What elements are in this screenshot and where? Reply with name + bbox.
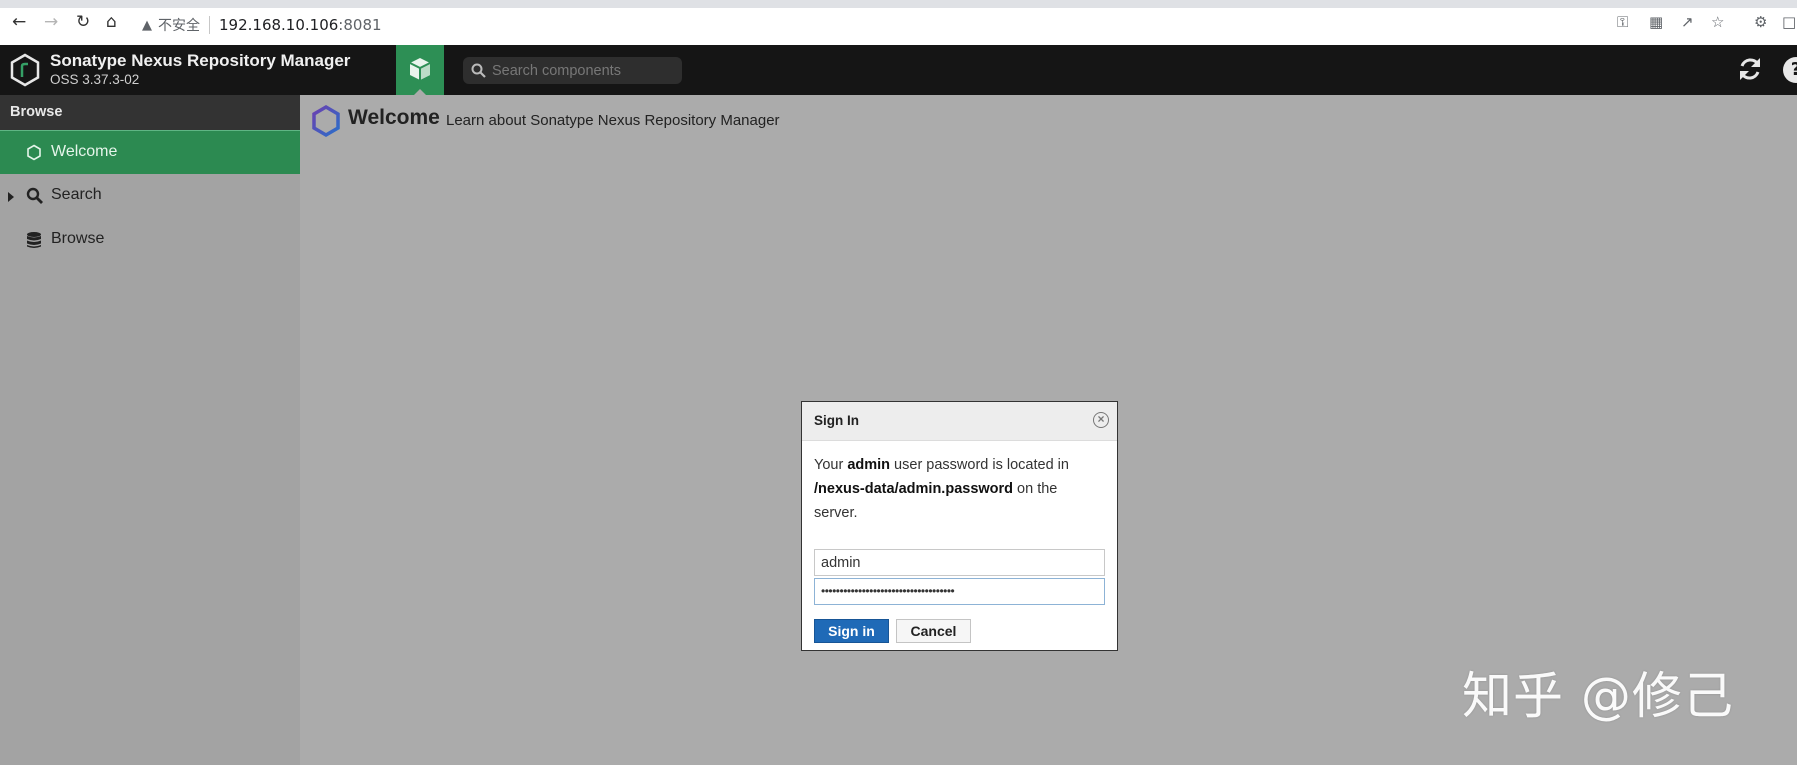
browse-mode-button[interactable] [396,45,444,95]
key-icon[interactable]: ⚿ [1617,15,1628,30]
message-text: user password is located in [890,457,1069,473]
security-label[interactable]: 不安全 [158,15,200,35]
username-field[interactable] [814,549,1105,576]
welcome-hexagon-icon [312,104,340,138]
close-icon[interactable]: × [1093,412,1109,428]
reload-icon[interactable]: ↻ [76,14,90,31]
address-bar[interactable]: ▲ 不安全 192.168.10.106:8081 [142,12,1732,38]
sign-in-button[interactable]: Sign in [814,619,889,643]
cancel-button[interactable]: Cancel [896,619,971,643]
message-password-path: /nexus-data/admin.password [814,481,1014,497]
sidebar-item-label: Browse [51,230,105,247]
sidebar-item-browse[interactable]: Browse [0,218,300,262]
watermark: 知乎 @修己 [1462,667,1734,725]
sidebar-item-label: Welcome [51,143,118,160]
cube-icon [409,58,431,80]
dialog-header: Sign In × [802,402,1117,441]
hexagon-icon [27,144,41,161]
warning-icon[interactable]: ▲ [142,18,152,33]
expand-caret-icon[interactable] [8,192,14,202]
sidebar-header: Browse [0,95,300,130]
message-text: Your [814,457,848,473]
app-header: Sonatype Nexus Repository Manager OSS 3.… [0,45,1797,95]
url-port[interactable]: :8081 [338,16,381,34]
search-components-input[interactable] [490,60,679,82]
address-divider [209,16,210,34]
page-subtitle: Learn about Sonatype Nexus Repository Ma… [446,112,780,129]
sign-in-dialog: Sign In × Your admin user password is lo… [801,401,1118,651]
side-panel-icon[interactable]: □ [1782,15,1796,30]
dialog-message: Your admin user password is located in /… [814,453,1104,525]
translate-icon[interactable]: ▦ [1649,15,1663,30]
help-icon[interactable]: ? [1783,57,1797,83]
password-field[interactable]: •••••••••••••••••••••••••••••••••••• [814,578,1105,605]
sidebar-item-welcome[interactable]: Welcome [0,130,300,174]
sidebar: Browse Welcome Search Browse [0,95,300,765]
url-host[interactable]: 192.168.10.106 [219,16,338,34]
share-icon[interactable]: ↗ [1681,15,1694,30]
refresh-icon[interactable] [1737,55,1763,83]
search-icon [471,63,486,78]
app-version: OSS 3.37.3-02 [50,72,140,87]
nexus-logo-icon[interactable] [10,53,40,87]
forward-arrow-icon[interactable]: → [44,14,58,31]
database-icon [27,232,41,248]
component-search[interactable] [463,57,682,84]
browser-toolbar: ← → ↻ ⌂ ▲ 不安全 192.168.10.106:8081 ⚿ ▦ ↗ … [0,0,1797,45]
back-arrow-icon[interactable]: ← [12,14,26,31]
dialog-title: Sign In [814,413,859,428]
sidebar-item-search[interactable]: Search [0,174,300,218]
page-title: Welcome [348,106,440,129]
mode-caret [414,89,426,95]
app-title: Sonatype Nexus Repository Manager [50,51,351,70]
extensions-icon[interactable]: ⚙ [1754,15,1767,30]
star-icon[interactable]: ☆ [1711,15,1724,30]
sidebar-item-label: Search [51,186,102,203]
home-icon[interactable]: ⌂ [106,14,117,31]
message-username: admin [847,457,891,473]
search-icon [26,187,43,204]
